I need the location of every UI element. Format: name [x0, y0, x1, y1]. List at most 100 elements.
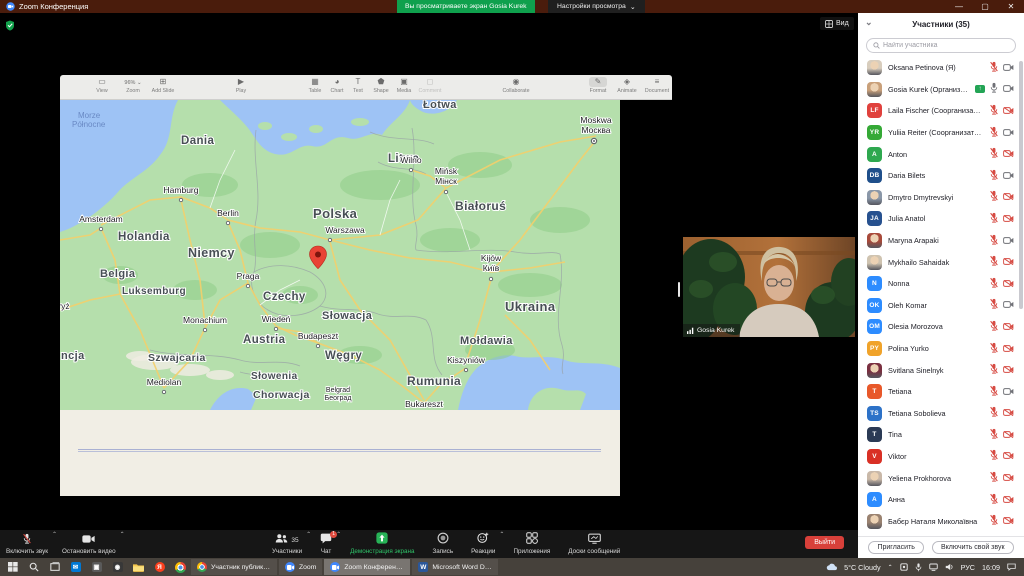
- participant-row[interactable]: Бабєр Наталя Миколаївна: [858, 510, 1024, 532]
- participant-row[interactable]: TTina: [858, 424, 1024, 446]
- maximize-button[interactable]: ▢: [972, 0, 998, 13]
- city-dot: [409, 168, 412, 171]
- приложения-button[interactable]: Приложения: [513, 530, 550, 558]
- mic-status-icon: [989, 512, 999, 530]
- photos-icon[interactable]: ▣: [86, 558, 107, 576]
- tray-network-icon[interactable]: [929, 563, 938, 571]
- collapse-panel-icon[interactable]: ⌄: [865, 17, 873, 28]
- search-taskbar-icon[interactable]: [23, 558, 44, 576]
- participant-row[interactable]: TTetiana: [858, 381, 1024, 403]
- weather-text[interactable]: 5°C Cloudy: [844, 563, 880, 572]
- mic-status-icon: [989, 404, 999, 422]
- camera-app-icon[interactable]: ◉: [107, 558, 128, 576]
- mail-icon[interactable]: ✉: [65, 558, 86, 576]
- thumbnail-resize-handle[interactable]: [678, 282, 680, 297]
- country-label: Holandia: [118, 231, 170, 243]
- avatar: LF: [867, 103, 882, 118]
- демонстрация-экрана-button[interactable]: Демонстрация экрана: [350, 530, 414, 558]
- participant-row[interactable]: OKOleh Komar: [858, 295, 1024, 317]
- participant-row[interactable]: OMOlesia Morozova: [858, 316, 1024, 338]
- chevron-up-icon[interactable]: ⌃: [120, 531, 125, 538]
- taskbar-window-zoom-конференция[interactable]: Zoom Конференция: [324, 559, 410, 575]
- clock[interactable]: 16:09: [982, 563, 1000, 572]
- taskbar-window-zoom[interactable]: Zoom: [279, 559, 322, 575]
- avatar: OM: [867, 319, 882, 334]
- city-label: Berlin: [217, 208, 239, 218]
- participant-row[interactable]: DBDaria Bilets: [858, 165, 1024, 187]
- tray-mic-icon[interactable]: [915, 563, 922, 572]
- avatar: T: [867, 427, 882, 442]
- chevron-up-icon[interactable]: ⌃: [52, 531, 57, 538]
- tray-chevron-icon[interactable]: ⌃: [888, 564, 893, 571]
- chrome-icon: [197, 562, 207, 572]
- task-view-icon[interactable]: [44, 558, 65, 576]
- keynote-play-button[interactable]: ▶Play: [221, 77, 261, 94]
- chevron-up-icon[interactable]: ⌃: [336, 531, 341, 538]
- country-label: Austria: [243, 334, 286, 346]
- camera-status-icon: [1003, 340, 1014, 358]
- close-button[interactable]: ✕: [998, 0, 1024, 13]
- participant-row[interactable]: Mykhailo Sahaidak: [858, 251, 1024, 273]
- chevron-up-icon[interactable]: ⌃: [306, 531, 311, 538]
- participant-row[interactable]: TSTetiana Sobolieva: [858, 403, 1024, 425]
- participant-row[interactable]: Svitlana Sinelnyk: [858, 359, 1024, 381]
- comment-icon: ◻: [410, 77, 450, 87]
- view-button[interactable]: Вид: [820, 17, 854, 30]
- minimize-button[interactable]: —: [946, 0, 972, 13]
- scrollbar[interactable]: [1019, 61, 1023, 309]
- camera-status-icon: [1003, 80, 1014, 98]
- keynote-comment-button[interactable]: ◻Comment: [410, 77, 450, 94]
- chrome-icon[interactable]: [170, 558, 191, 576]
- participant-row[interactable]: Yeliena Prokhorova: [858, 467, 1024, 489]
- file-explorer-icon[interactable]: [128, 558, 149, 576]
- mic-status-icon: [989, 80, 999, 98]
- sea-label: Północne: [72, 120, 106, 129]
- participant-row[interactable]: JAJulia Anatol: [858, 208, 1024, 230]
- participant-row[interactable]: Gosia Kurek (Организатор)↑: [858, 79, 1024, 101]
- tray-app-icon[interactable]: [900, 563, 908, 571]
- taskbar: ✉ ▣ ◉ Я Участник публикац...ZoomZoom Кон…: [0, 558, 1024, 576]
- invite-button[interactable]: Пригласить: [868, 541, 923, 554]
- keynote-document-button[interactable]: ≡Document: [637, 77, 677, 94]
- leave-button[interactable]: Выйти: [805, 536, 844, 549]
- participant-row[interactable]: NNonna: [858, 273, 1024, 295]
- notification-center-icon[interactable]: [1007, 563, 1016, 571]
- view-settings-button[interactable]: Настройки просмотра⌄: [548, 0, 645, 13]
- start-button[interactable]: [2, 558, 23, 576]
- country-label: Belgia: [100, 268, 136, 280]
- taskbar-window-microsoft-word-doc-[interactable]: WMicrosoft Word Doc...: [412, 559, 498, 575]
- доски-сообщений-button[interactable]: Доски сообщений: [568, 530, 620, 558]
- camera-status-icon: [1003, 210, 1014, 228]
- участники-button[interactable]: 35Участники⌃: [272, 530, 302, 558]
- participant-name: Anton: [888, 150, 983, 159]
- keynote-slide: MorzePółnocneDaniaHolandiaBelgiaLuksembu…: [60, 100, 620, 496]
- чат-button[interactable]: 1Чат⌃: [320, 530, 332, 558]
- chevron-up-icon[interactable]: ⌃: [499, 531, 504, 538]
- реакции-button[interactable]: Реакции⌃: [471, 530, 495, 558]
- запись-button[interactable]: Запись: [432, 530, 453, 558]
- participant-row[interactable]: PYPolina Yurko: [858, 338, 1024, 360]
- keynote-collaborate-button[interactable]: ◉Collaborate: [496, 77, 536, 94]
- participant-row[interactable]: LFLaila Fischer (Соорганизатор): [858, 100, 1024, 122]
- participant-row[interactable]: YRYuliia Reiter (Соорганизатор): [858, 122, 1024, 144]
- map: MorzePółnocneDaniaHolandiaBelgiaLuksembu…: [60, 100, 620, 410]
- participant-row[interactable]: AАнна: [858, 489, 1024, 511]
- participant-row[interactable]: Maryna Arapaki: [858, 230, 1024, 252]
- taskbar-window-участник-публикац-[interactable]: Участник публикац...: [191, 559, 277, 575]
- participant-row[interactable]: VViktor: [858, 446, 1024, 468]
- participant-name: Mykhailo Sahaidak: [888, 258, 983, 267]
- video-thumbnail[interactable]: Gosia Kurek: [683, 237, 855, 337]
- keynote-add-slide-button[interactable]: ⊞Add Slide: [143, 77, 183, 94]
- unmute-self-button[interactable]: Включить свой звук: [932, 541, 1014, 554]
- participant-row[interactable]: Dmytro Dmytrevskyi: [858, 187, 1024, 209]
- включить-звук-button[interactable]: Включить звук⌃: [6, 530, 48, 558]
- participant-row[interactable]: Oksana Petinova (Я): [858, 57, 1024, 79]
- yandex-browser-icon[interactable]: Я: [149, 558, 170, 576]
- city-dot: [203, 328, 206, 331]
- search-input[interactable]: [883, 42, 993, 49]
- language-indicator[interactable]: РУС: [961, 563, 975, 572]
- остановить-видео-button[interactable]: Остановить видео⌃: [62, 530, 116, 558]
- city-label: Mińsk: [435, 166, 458, 176]
- participant-row[interactable]: AAnton: [858, 143, 1024, 165]
- tray-volume-icon[interactable]: [945, 563, 954, 571]
